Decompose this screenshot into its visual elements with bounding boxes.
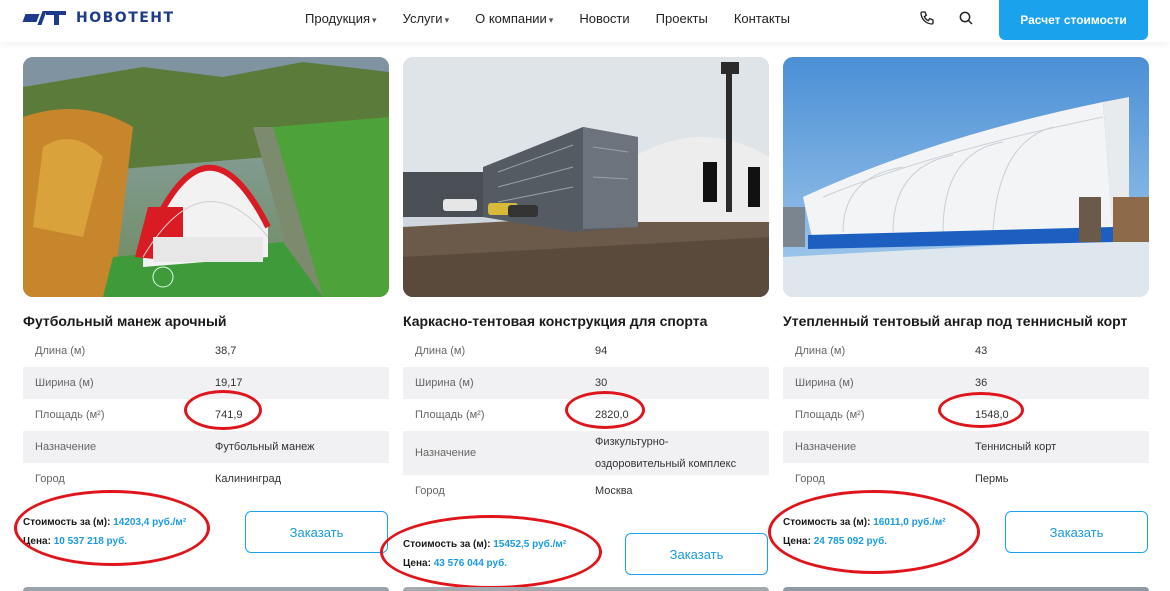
chevron-down-icon: ▾ [548,15,554,25]
search-icon[interactable] [956,8,976,28]
cost-per-meter: 15452,5 руб./м² [493,539,567,550]
spec-row-area: Площадь (м²) 741,9 [35,409,243,421]
calculate-cost-button[interactable]: Расчет стоимости [999,0,1148,40]
spec-row-purpose: Назначение Теннисный корт [783,431,1149,463]
project-photo-sport-building[interactable] [403,57,769,297]
spec-row-purpose: Назначение Физкультурно-оздоровительный к… [403,431,769,475]
chevron-down-icon: ▾ [444,15,450,25]
order-button[interactable]: Заказать [245,511,388,553]
project-photo-football-arena[interactable] [23,57,389,297]
nav-item-about[interactable]: О компании ▾ [475,11,553,26]
logo-mark-icon [22,11,68,25]
spec-row-width: Ширина (м) 36 [783,367,1149,399]
order-button[interactable]: Заказать [625,533,768,575]
main-nav: Продукция ▾ Услуги ▾ О компании ▾ Новости П… [305,11,816,26]
logo-text: НОВОТЕНТ [76,10,175,26]
spec-row-area: Площадь (м²) 2820,0 [415,409,629,421]
total-price: 43 576 044 руб. [433,558,508,569]
price-block: Стоимость за (м): 15452,5 руб./м² Цена: … [403,539,567,569]
project-card-tennis-hangar: Утепленный тентовый ангар под теннисный … [783,57,1149,495]
logo[interactable]: НОВОТЕНТ [22,9,175,27]
site-header: НОВОТЕНТ Продукция ▾ Услуги ▾ О компании ▾ … [0,0,1170,42]
total-price: 24 785 092 руб. [813,536,888,547]
nav-item-contacts[interactable]: Контакты [734,11,790,26]
project-photo-tennis-hangar[interactable] [783,57,1149,297]
spec-row-area: Площадь (м²) 1548,0 [795,409,1009,421]
cost-per-meter: 16011,0 руб./м² [873,517,946,528]
nav-item-news[interactable]: Новости [579,11,629,26]
project-card-sport-frame: Каркасно-тентовая конструкция для спорта… [403,57,769,507]
project-title: Каркасно-тентовая конструкция для спорта [403,313,708,329]
spec-row-length: Длина (м) 38,7 [35,345,237,357]
spec-row-purpose: Назначение Футбольный манеж [23,431,389,463]
cost-per-meter: 14203,4 руб./м² [113,517,187,528]
spec-row-width: Ширина (м) 30 [403,367,769,399]
phone-icon[interactable] [917,8,937,28]
nav-item-products[interactable]: Продукция ▾ [305,11,377,26]
spec-row-city: Город Калининград [35,473,282,485]
order-button[interactable]: Заказать [1005,511,1148,553]
price-block: Стоимость за (м): 14203,4 руб./м² Цена: … [23,517,187,547]
spec-row-city: Город Москва [415,485,633,497]
next-row-preview [0,585,1170,591]
nav-item-services[interactable]: Услуги ▾ [403,11,450,26]
project-card-football: Футбольный манеж арочный Длина (м) 38,7 Ш… [23,57,389,495]
spec-row-length: Длина (м) 94 [415,345,608,357]
nav-item-projects[interactable]: Проекты [656,11,708,26]
specs-table: Длина (м) 38,7 Ширина (м) 19,17 Площадь (м… [23,335,389,495]
spec-row-length: Длина (м) 43 [795,345,988,357]
project-title: Утепленный тентовый ангар под теннисный … [783,313,1128,329]
project-title: Футбольный манеж арочный [23,313,227,329]
specs-table: Длина (м) 43 Ширина (м) 36 Площадь (м²) 154… [783,335,1149,495]
chevron-down-icon: ▾ [372,15,377,25]
price-block: Стоимость за (м): 16011,0 руб./м² Цена: … [783,517,946,547]
spec-row-city: Город Пермь [795,473,1009,485]
spec-row-width: Ширина (м) 19,17 [23,367,389,399]
specs-table: Длина (м) 94 Ширина (м) 30 Площадь (м²) 282… [403,335,769,507]
total-price: 10 537 218 руб. [53,536,128,547]
